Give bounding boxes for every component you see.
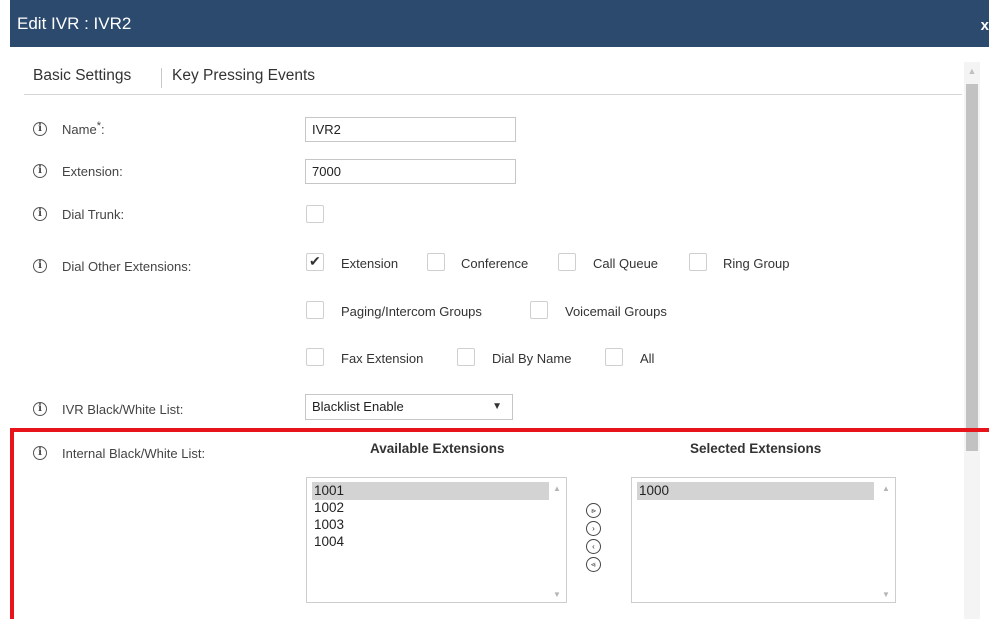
tab-key-pressing-events[interactable]: Key Pressing Events	[172, 67, 315, 85]
dialog-title: Edit IVR : IVR2	[17, 14, 132, 33]
scroll-down-icon[interactable]: ▼	[882, 590, 890, 599]
all-option-label: All	[640, 351, 655, 366]
available-extensions-header: Available Extensions	[370, 441, 505, 456]
list-item[interactable]: 1001	[312, 482, 549, 500]
list-item[interactable]: 1002	[312, 499, 549, 517]
voicemail-groups-checkbox[interactable]	[530, 301, 548, 319]
internal-bw-label: Internal Black/White List:	[62, 445, 206, 461]
dial-other-row-label: i Dial Other Extensions:	[33, 256, 191, 276]
name-input[interactable]	[305, 117, 516, 142]
extension-row-label: i Extension:	[33, 161, 123, 181]
extension-checkbox[interactable]	[306, 253, 324, 271]
all-checkbox[interactable]	[605, 348, 623, 366]
info-icon[interactable]: i	[33, 122, 47, 136]
dial-trunk-row-label: i Dial Trunk:	[33, 204, 124, 224]
name-label: Name*:	[62, 119, 105, 137]
tab-basic-settings[interactable]: Basic Settings	[33, 67, 131, 85]
selected-extensions-header: Selected Extensions	[690, 441, 822, 456]
info-icon[interactable]: i	[33, 446, 47, 460]
ivr-bw-list-value: Blacklist Enable	[312, 399, 404, 414]
scroll-up-icon[interactable]: ▲	[553, 484, 561, 493]
internal-bw-row-label: i Internal Black/White List:	[33, 443, 205, 463]
required-mark: *	[96, 119, 101, 132]
conference-checkbox[interactable]	[427, 253, 445, 271]
close-icon[interactable]: x	[981, 17, 989, 34]
dial-by-name-option-label: Dial By Name	[492, 351, 572, 366]
tab-bar: Basic Settings Key Pressing Events	[24, 61, 962, 95]
extension-option-label: Extension	[341, 256, 399, 271]
ring-group-option-label: Ring Group	[723, 256, 790, 271]
ivr-bw-row-label: i IVR Black/White List:	[33, 399, 183, 419]
dial-trunk-checkbox[interactable]	[306, 205, 324, 223]
scroll-down-icon[interactable]: ▼	[553, 590, 561, 599]
move-right-button[interactable]: ›	[586, 521, 601, 536]
name-row-label: i Name*:	[33, 119, 105, 139]
fax-extension-checkbox[interactable]	[306, 348, 324, 366]
paging-intercom-option-label: Paging/Intercom Groups	[341, 304, 482, 319]
dial-trunk-label: Dial Trunk:	[62, 206, 125, 222]
tab-divider	[161, 68, 162, 88]
info-icon[interactable]: i	[33, 164, 47, 178]
move-all-left-button[interactable]: ⪡	[586, 557, 601, 572]
info-icon[interactable]: i	[33, 402, 47, 416]
dialog-title-bar: Edit IVR : IVR2 x	[10, 0, 989, 47]
ivr-bw-label: IVR Black/White List:	[62, 401, 184, 417]
call-queue-checkbox[interactable]	[558, 253, 576, 271]
paging-intercom-checkbox[interactable]	[306, 301, 324, 319]
available-extensions-list[interactable]: 1001 1002 1003 1004 ▲ ▼	[306, 477, 567, 603]
selected-extensions-list[interactable]: 1000 ▲ ▼	[631, 477, 896, 603]
scroll-up-icon[interactable]: ▲	[964, 66, 980, 78]
list-item[interactable]: 1004	[312, 533, 549, 551]
extension-input[interactable]	[305, 159, 516, 184]
info-icon[interactable]: i	[33, 207, 47, 221]
scroll-up-icon[interactable]: ▲	[882, 484, 890, 493]
conference-option-label: Conference	[461, 256, 529, 271]
list-item[interactable]: 1003	[312, 516, 549, 534]
ring-group-checkbox[interactable]	[689, 253, 707, 271]
fax-extension-option-label: Fax Extension	[341, 351, 424, 366]
dial-other-label: Dial Other Extensions:	[62, 258, 192, 274]
info-icon[interactable]: i	[33, 259, 47, 273]
ivr-bw-list-select[interactable]: Blacklist Enable ▼	[305, 394, 513, 420]
move-left-button[interactable]: ‹	[586, 539, 601, 554]
list-item[interactable]: 1000	[637, 482, 874, 500]
move-all-right-button[interactable]: ⪢	[586, 503, 601, 518]
extension-label: Extension:	[62, 163, 123, 179]
chevron-down-icon: ▼	[492, 401, 502, 412]
scroll-thumb[interactable]	[966, 84, 978, 451]
voicemail-groups-option-label: Voicemail Groups	[565, 304, 667, 319]
call-queue-option-label: Call Queue	[593, 256, 659, 271]
dial-by-name-checkbox[interactable]	[457, 348, 475, 366]
